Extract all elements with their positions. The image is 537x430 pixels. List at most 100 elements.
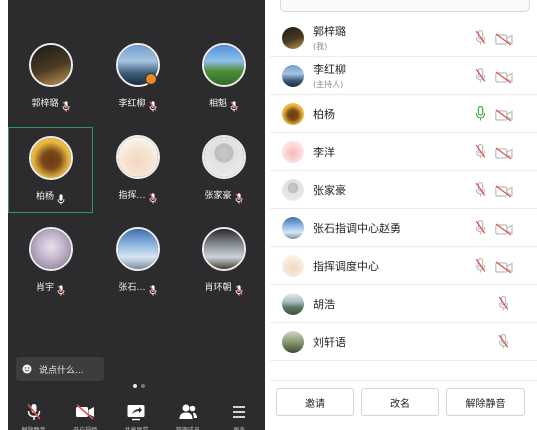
member-list-panel: 郭梓璐 (我) 李红柳 (主持人) 柏杨李洋张家豪张石指调中心赵勇指挥调度中心 胡浩刘轩语… [270,0,537,430]
toolbar-button-mic-muted[interactable]: 解除静音 [14,401,54,430]
camera-off-icon[interactable] [495,107,513,122]
tile-name-row: 指挥… [95,187,180,204]
members-icon [178,403,198,423]
avatar [282,179,304,201]
member-row[interactable]: 张石指调中心赵勇 [270,210,537,247]
emoji-icon[interactable] [22,364,32,374]
video-tile[interactable]: 郭梓璐 [8,35,93,121]
member-row[interactable]: 指挥调度中心 [270,248,537,285]
mic-muted-icon[interactable] [475,257,486,273]
tile-name: 相魁 [208,98,227,109]
avatar [282,293,304,315]
more-icon [229,403,249,423]
tile-name-row: 相魁 [181,95,265,112]
mic-muted-icon[interactable] [475,181,486,197]
rename-button[interactable]: 改名 [361,388,439,416]
avatar [282,27,304,49]
camera-off-icon[interactable] [495,145,513,160]
tile-name-row: 肖环朝 [181,279,265,296]
page-indicator [133,384,145,388]
camera-off-icon[interactable] [495,221,513,236]
unmute-all-button[interactable]: 解除静音 [446,388,525,416]
avatar [282,65,304,87]
video-tile[interactable]: 张家豪 [181,127,265,213]
member-name: 李红柳 [313,63,346,76]
tile-name: 肖环朝 [204,282,232,293]
tile-name: 指挥… [118,190,146,201]
toolbar-button-share-screen[interactable]: 共享屏幕 [116,401,156,430]
meeting-toolbar: 解除静音 开启视频 共享屏幕 管理成员 更多 [8,395,265,430]
video-tile[interactable]: 张石… [95,219,180,305]
member-row[interactable]: 李洋 [270,134,537,171]
camera-off-icon[interactable] [495,183,513,198]
video-tile[interactable]: 李红柳 [95,35,180,121]
member-role: (主持人) [313,80,344,89]
avatar [28,227,73,271]
tile-name: 郭梓璐 [31,98,59,109]
avatar [282,141,304,163]
member-row[interactable]: 柏杨 [270,96,537,133]
tile-name: 肖宇 [35,282,54,293]
member-actions-bar: 邀请 改名 解除静音 [270,380,537,430]
mic-muted-icon[interactable] [475,67,486,83]
video-tile[interactable]: 肖宇 [8,219,93,305]
video-tile[interactable]: 相魁 [181,35,265,121]
toolbar-button-members[interactable]: 管理成员 [168,401,208,430]
camera-off-icon[interactable] [495,31,513,46]
invite-button[interactable]: 邀请 [276,388,354,416]
page-dot[interactable] [141,384,145,388]
member-name: 张石指调中心赵勇 [313,222,401,235]
tile-name: 张家豪 [204,190,232,201]
mic-muted-icon[interactable] [498,333,509,349]
camera-off-icon[interactable] [495,69,513,84]
member-row[interactable]: 张家豪 [270,172,537,209]
chat-input[interactable]: 说点什么... [16,357,104,381]
video-grid-panel: 郭梓璐 李红柳 相魁柏杨 指挥… 张家豪肖宇 张石… 肖环朝 说点什么... 解除静音 开启视… [8,0,265,430]
camera-off-icon [75,403,95,423]
toolbar-button-label: 管理成员 [176,425,200,430]
tile-name-row: 郭梓璐 [8,95,93,112]
tile-name-row: 李红柳 [95,95,180,112]
member-name: 刘轩语 [313,336,346,349]
member-role: (我) [313,42,328,51]
avatar [28,43,73,87]
member-row[interactable]: 李红柳 (主持人) [270,58,537,95]
video-tile[interactable]: 指挥… [95,127,180,213]
member-row[interactable]: 胡浩 [270,286,537,323]
mic-muted-icon [24,403,44,423]
tile-name-row: 肖宇 [8,279,93,296]
tile-name: 张石… [118,282,146,293]
camera-off-icon[interactable] [495,259,513,274]
mic-muted-icon[interactable] [498,295,509,311]
mic-muted-icon [234,189,243,204]
mic-muted-icon[interactable] [475,143,486,159]
member-name: 李洋 [313,146,335,159]
mic-muted-icon[interactable] [475,219,486,235]
mic-icon[interactable] [475,105,486,121]
page-dot[interactable] [133,384,137,388]
member-row[interactable]: 郭梓璐 (我) [270,20,537,57]
avatar [201,227,246,271]
share-screen-icon [126,403,146,423]
mic-muted-icon [230,97,238,112]
toolbar-button-label: 更多 [233,425,245,430]
tile-name-row: 柏杨 [9,188,92,205]
video-tile[interactable]: 柏杨 [8,127,93,213]
mic-muted-icon [148,281,157,296]
video-tile[interactable]: 肖环朝 [181,219,265,305]
member-name: 郭梓璐 [313,25,346,38]
tile-name: 柏杨 [35,191,54,202]
avatar [282,255,304,277]
mic-muted-icon[interactable] [475,29,486,45]
mic-icon [57,190,65,205]
toolbar-button-camera-off[interactable]: 开启视频 [65,401,105,430]
avatar [201,43,246,87]
member-name: 张家豪 [313,184,346,197]
member-row[interactable]: 刘轩语 [270,324,537,361]
avatar [282,331,304,353]
tile-name-row: 张家豪 [181,187,265,204]
mic-muted-icon [148,189,157,204]
toolbar-button-label: 开启视频 [73,425,97,430]
toolbar-button-more[interactable]: 更多 [219,401,259,430]
member-search-bar[interactable] [280,0,530,12]
